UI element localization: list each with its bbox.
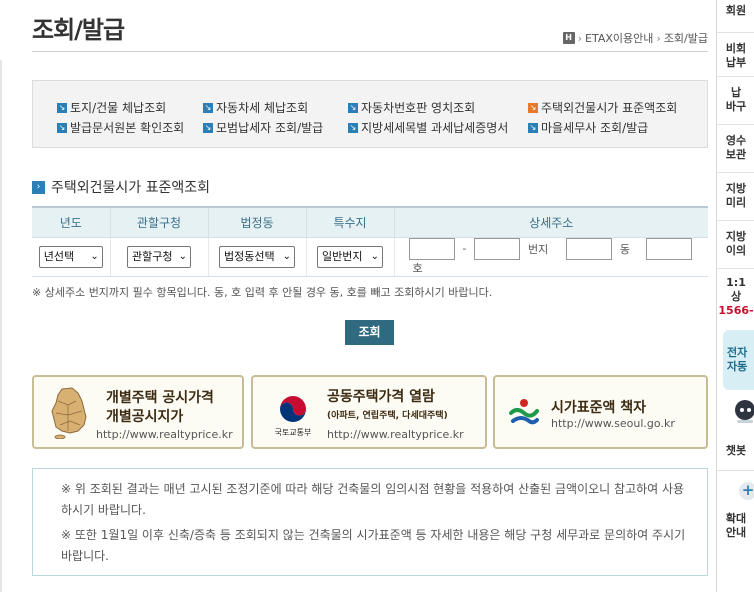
banner-url: http://www.seoul.go.kr (551, 417, 675, 430)
breadcrumb-item-current: 조회/발급 (663, 32, 708, 45)
sidebar-divider (717, 172, 754, 173)
column-header-district: 관할구청 (109, 207, 209, 238)
link-document-verify[interactable]: ↘ 발급문서원본 확인조회 (57, 119, 203, 136)
table-row: 년선택 ⌄ 관할구청 ⌄ 법정동선택 ⌄ 일반번지 ⌄ - 번지 동 호 (32, 237, 708, 277)
banner-title: 시가표준액 책자 (551, 400, 647, 416)
breadcrumb: H › ETAX이용안내 › 조회/발급 (562, 30, 708, 46)
column-header-dong: 법정동 (207, 207, 307, 238)
korea-map-icon (51, 387, 87, 439)
address-note: ※ 상세주소 번지까지 필수 항목입니다. 동, 호 입력 후 안될 경우 동,… (32, 286, 493, 299)
section-title: › 주택외건물시가 표준액조회 (32, 177, 210, 197)
table-header-row: 년도 관할구청 법정동 특수지 상세주소 (32, 207, 708, 238)
column-header-address: 상세주소 (393, 207, 708, 238)
arrow-icon: ↘ (203, 102, 213, 113)
arrow-icon: ↘ (203, 122, 213, 133)
right-quick-sidebar: 회원 비회 납부 납 바구 영수 보관 지방 미리 지방 이의 1:1 상 1566- 전자… (716, 0, 754, 592)
column-header-special: 특수지 (305, 207, 395, 238)
chevron-down-icon: ⌄ (178, 250, 187, 262)
banner-title: 공동주택가격 열람 (327, 389, 435, 405)
link-model-taxpayer[interactable]: ↘ 모범납세자 조회/발급 (203, 119, 348, 136)
chevron-down-icon: ⌄ (370, 250, 379, 262)
breadcrumb-separator-icon: › (656, 31, 661, 45)
sidebar-item-consult[interactable]: 1:1 상 1566- (717, 276, 754, 318)
sidebar-divider (717, 124, 754, 125)
sidebar-item-login[interactable]: 회원 (717, 4, 754, 18)
chevron-down-icon: ⌄ (282, 250, 291, 262)
banner-url: http://www.realtyprice.kr (327, 428, 464, 441)
dong-input[interactable] (566, 237, 613, 260)
link-car-tax-arrears[interactable]: ↘ 자동차세 체납조회 (203, 99, 348, 116)
section-bullet-icon: › (32, 180, 45, 194)
sidebar-divider (717, 220, 754, 221)
arrow-icon: ↘ (528, 122, 538, 133)
info-paragraph-2: ※ 또한 1월1일 이후 신축/증축 등 조회되지 않는 건축물의 시가표준액 … (61, 528, 686, 563)
sidebar-item-chatbot[interactable]: 챗봇 (717, 444, 754, 458)
ho-input[interactable] (645, 237, 692, 260)
special-land-select[interactable]: 일반번지 ⌄ (317, 245, 383, 268)
chatbot-icon[interactable] (731, 398, 754, 424)
quick-link-panel: ↘ 토지/건물 체납조회 ↘ 자동차세 체납조회 ↘ 자동차번호판 영치조회 ↘ 주택외… (32, 80, 708, 148)
link-tax-certificate[interactable]: ↘ 지방세세목별 과세납세증명서 (348, 119, 528, 136)
sidebar-item-guest-pay[interactable]: 비회 납부 (717, 42, 754, 70)
sidebar-item-receipt[interactable]: 영수 보관 (717, 134, 754, 162)
sidebar-item-auto-pay[interactable]: 전자 자동 (723, 330, 754, 390)
arrow-icon: ↘ (57, 122, 67, 133)
info-paragraph-1: ※ 위 조회된 결과는 매년 고시된 조정기준에 따라 해당 건축물의 임의시점… (61, 482, 685, 517)
breadcrumb-separator-icon: › (577, 31, 583, 45)
left-divider (0, 60, 2, 592)
district-select[interactable]: 관할구청 ⌄ (127, 245, 191, 268)
sidebar-item-cart[interactable]: 납 바구 (717, 86, 754, 114)
link-building-standard-price[interactable]: ↘ 주택외건물시가 표준액조회 (528, 99, 688, 116)
sidebar-item-zoom[interactable]: 확대 안내 (717, 512, 754, 540)
dash-label: - (462, 242, 467, 255)
arrow-icon: ↘ (57, 102, 67, 113)
sidebar-item-appeal[interactable]: 지방 이의 (717, 230, 754, 258)
ho-label: 호 (412, 261, 423, 275)
breadcrumb-item-etax[interactable]: ETAX이용안내 (585, 30, 653, 46)
sidebar-item-preview[interactable]: 지방 미리 (717, 182, 754, 210)
link-village-tax-accountant[interactable]: ↘ 마을세무사 조회/발급 (528, 119, 688, 136)
bunji-main-input[interactable] (408, 237, 455, 260)
page-header: 조회/발급 H › ETAX이용안내 › 조회/발급 (32, 0, 708, 52)
link-plate-seizure[interactable]: ↘ 자동차번호판 영치조회 (348, 99, 528, 116)
banner-subtitle: (아파트, 연립주택, 다세대주택) (327, 411, 448, 421)
ministry-label: 국토교통부 (275, 428, 312, 437)
sidebar-divider (717, 470, 754, 471)
link-land-arrears[interactable]: ↘ 토지/건물 체납조회 (57, 99, 203, 116)
page-title: 조회/발급 (32, 16, 125, 44)
sidebar-divider (717, 32, 754, 33)
banner-individual-housing-price[interactable]: 개별주택 공시가격 개별공시지가 http://www.realtyprice.… (32, 375, 244, 449)
bunji-label: 번지 (527, 242, 549, 256)
seoul-logo-icon (509, 399, 539, 425)
banner-url: http://www.realtyprice.kr (96, 428, 233, 441)
arrow-icon: ↘ (348, 102, 358, 113)
zoom-plus-icon[interactable]: + (739, 482, 754, 500)
dong-select[interactable]: 법정동선택 ⌄ (219, 245, 295, 268)
chevron-down-icon: ⌄ (90, 250, 99, 262)
info-box: ※ 위 조회된 결과는 매년 고시된 조정기준에 따라 해당 건축물의 임의시점… (32, 468, 708, 576)
arrow-icon: ↘ (528, 102, 538, 113)
arrow-icon: ↘ (348, 122, 358, 133)
year-select[interactable]: 년선택 ⌄ (38, 245, 103, 268)
banner-standard-price-book[interactable]: 시가표준액 책자 http://www.seoul.go.kr (493, 375, 708, 449)
banner-title-2: 개별공시지가 (106, 409, 184, 425)
bunji-sub-input[interactable] (474, 237, 521, 260)
banner-apartment-price[interactable]: 국토교통부 공동주택가격 열람 (아파트, 연립주택, 다세대주택) http:… (251, 375, 487, 449)
sidebar-divider (717, 268, 754, 269)
search-button[interactable]: 조회 (345, 320, 394, 345)
query-table: 년도 관할구청 법정동 특수지 상세주소 년선택 ⌄ 관할구청 ⌄ 법정동선택 ⌄ 일… (32, 206, 708, 277)
banner-title: 개별주택 공시가격 (106, 390, 214, 406)
sidebar-divider (717, 76, 754, 77)
home-icon[interactable]: H (562, 32, 575, 44)
column-header-year: 년도 (32, 207, 111, 238)
dong-label: 동 (619, 242, 630, 256)
ministry-logo-icon: 국토교통부 (275, 396, 312, 437)
